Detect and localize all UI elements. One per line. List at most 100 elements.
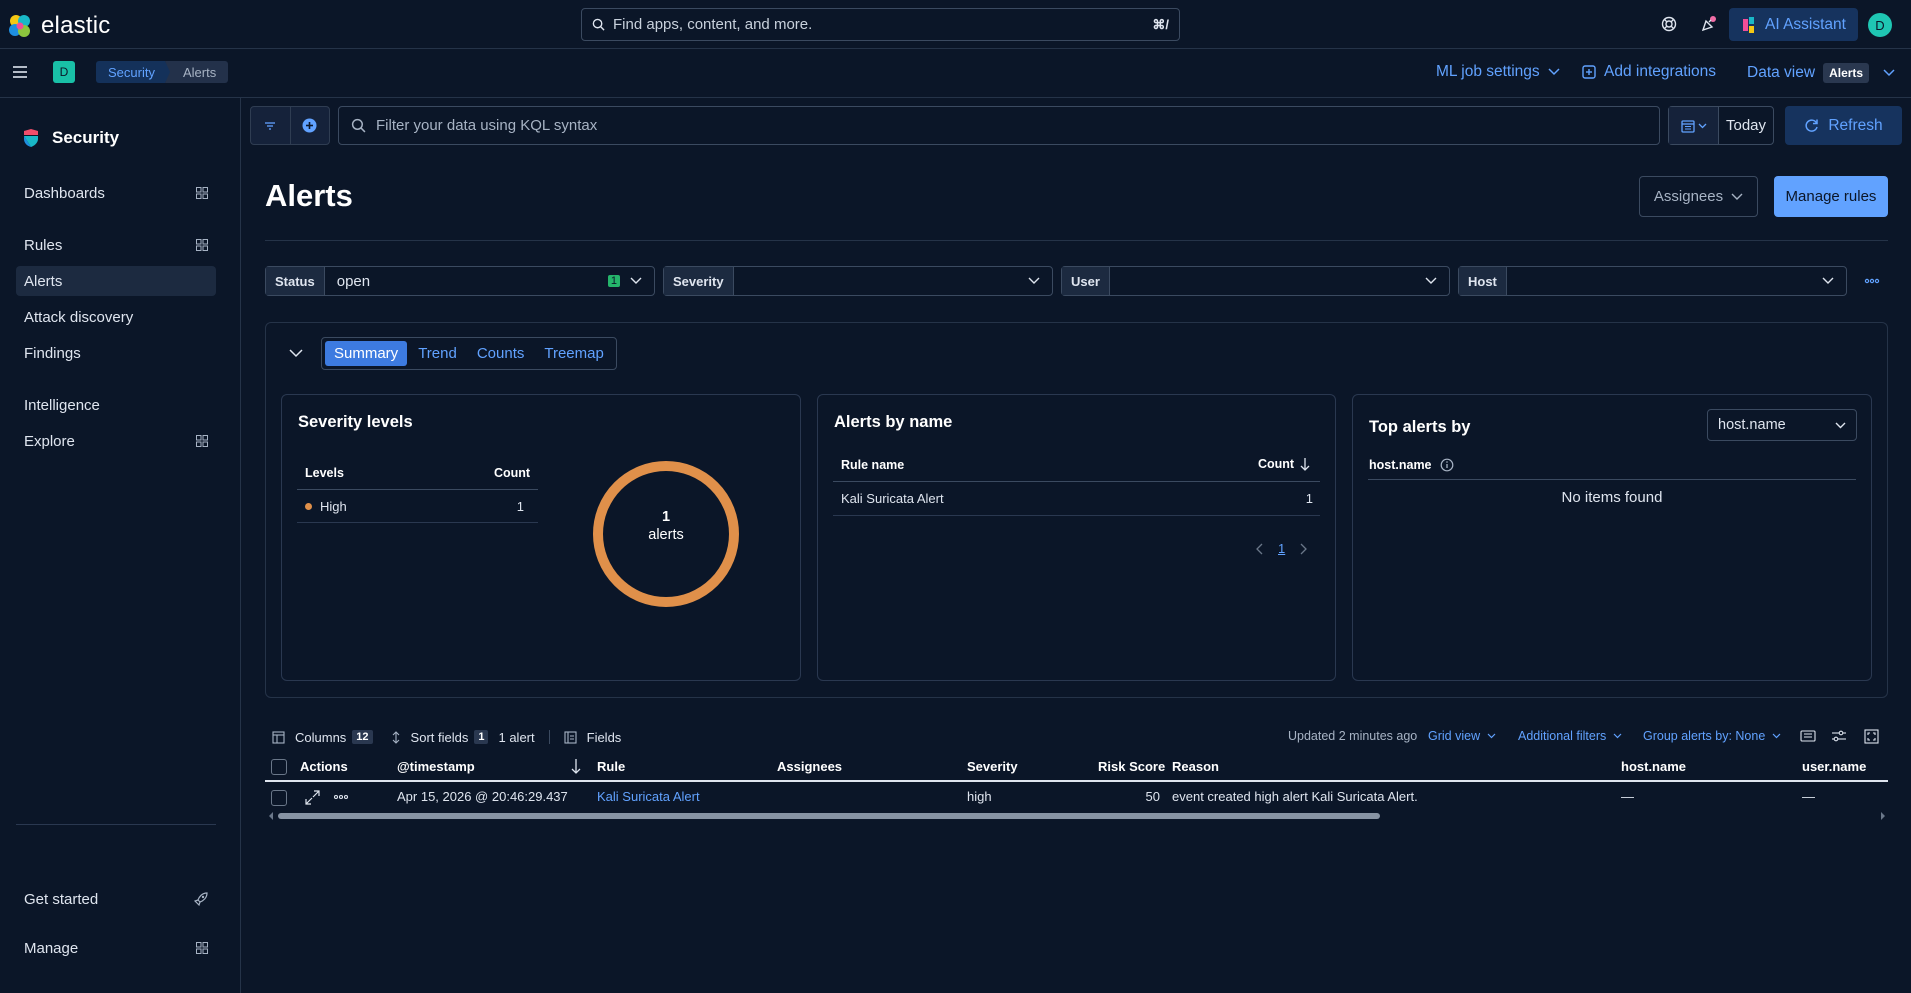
keyboard-shortcuts-icon[interactable]	[1800, 730, 1816, 742]
rule-link[interactable]: Kali Suricata Alert	[597, 789, 700, 804]
info-icon[interactable]	[1440, 458, 1454, 472]
header-underline	[265, 780, 1888, 782]
chevron-down-icon	[1772, 733, 1781, 739]
additional-filters-button[interactable]: Additional filters	[1518, 729, 1622, 743]
kql-search-input[interactable]: Filter your data using KQL syntax	[338, 106, 1660, 145]
chevron-left-icon[interactable]	[1256, 543, 1264, 555]
rocket-icon	[194, 892, 208, 906]
risk-score-cell: 50	[1145, 789, 1160, 804]
ai-assistant-button[interactable]: AI Assistant	[1729, 8, 1858, 41]
apps-grid-icon[interactable]	[196, 435, 208, 447]
filter-options-button[interactable]	[251, 107, 290, 144]
row-select-checkbox[interactable]	[271, 790, 287, 806]
manage-rules-button[interactable]: Manage rules	[1774, 176, 1888, 217]
ai-assistant-icon	[1743, 16, 1754, 33]
fullscreen-icon[interactable]	[1864, 729, 1879, 744]
sort-descending-icon	[1300, 458, 1310, 471]
assignees-filter-button[interactable]: Assignees	[1639, 176, 1758, 217]
horizontal-scrollbar-thumb[interactable]	[278, 813, 1380, 819]
add-integrations-link[interactable]: Add integrations	[1582, 63, 1716, 81]
assignees-label: Assignees	[1653, 188, 1724, 205]
apps-grid-icon[interactable]	[196, 187, 208, 199]
tab-summary[interactable]: Summary	[325, 341, 408, 366]
column-header-host-name[interactable]: host.name	[1621, 759, 1686, 774]
chevron-down-icon	[1835, 422, 1846, 428]
search-shortcut: ⌘/	[1152, 16, 1169, 32]
ml-job-settings-label: ML job settings	[1436, 63, 1540, 80]
scroll-right-icon[interactable]	[1880, 812, 1886, 820]
group-alerts-by-button[interactable]: Group alerts by: None	[1643, 729, 1781, 743]
space-avatar[interactable]: D	[53, 61, 75, 83]
chevron-right-icon[interactable]	[1299, 543, 1308, 555]
sidebar-item-get-started[interactable]: Get started	[16, 884, 216, 914]
date-picker[interactable]: Today	[1668, 106, 1774, 145]
add-filter-button[interactable]	[289, 107, 330, 144]
sort-descending-icon[interactable]	[571, 758, 581, 774]
scroll-left-icon[interactable]	[268, 812, 274, 820]
tab-treemap[interactable]: Treemap	[535, 341, 612, 366]
news-feed-icon[interactable]	[1698, 13, 1720, 35]
sidebar-item-manage[interactable]: Manage	[16, 933, 216, 963]
column-header-assignees[interactable]: Assignees	[777, 759, 842, 774]
alerts-by-name-card: Alerts by name Rule name Count Kali Suri…	[817, 394, 1336, 681]
date-range-label[interactable]: Today	[1719, 107, 1773, 144]
column-header-severity[interactable]: Severity	[967, 759, 1018, 774]
tab-trend[interactable]: Trend	[409, 341, 466, 366]
sidebar-item-rules[interactable]: Rules	[16, 230, 216, 260]
apps-grid-icon[interactable]	[196, 942, 208, 954]
sort-fields-button[interactable]: Sort fields 1	[391, 730, 489, 745]
sidebar-item-explore[interactable]: Explore	[16, 426, 216, 456]
select-all-checkbox[interactable]	[271, 759, 287, 775]
elastic-logo[interactable]: elastic	[7, 12, 110, 40]
tab-counts[interactable]: Counts	[468, 341, 534, 366]
page-number[interactable]: 1	[1278, 541, 1285, 556]
refresh-button[interactable]: Refresh	[1785, 106, 1902, 145]
refresh-icon	[1805, 119, 1819, 132]
sidebar-item-label: Findings	[24, 344, 81, 362]
global-search-input[interactable]: Find apps, content, and more. ⌘/	[581, 8, 1180, 41]
more-filters-icon[interactable]	[1864, 274, 1880, 288]
sidebar-item-dashboards[interactable]: Dashboards	[16, 178, 216, 208]
status-filter-value: open	[336, 272, 371, 290]
column-header-risk-score[interactable]: Risk Score	[1098, 759, 1165, 774]
column-header-reason[interactable]: Reason	[1172, 759, 1219, 774]
fields-button[interactable]: Fields	[564, 730, 621, 745]
column-header-rule[interactable]: Rule	[597, 759, 625, 774]
user-filter[interactable]: User	[1061, 266, 1450, 296]
expand-row-icon[interactable]	[305, 790, 320, 805]
status-filter[interactable]: Status open 1	[265, 266, 655, 296]
column-header-timestamp[interactable]: @timestamp	[397, 759, 475, 774]
sidebar-item-dashboards[interactable]	[16, 143, 216, 173]
data-view-picker[interactable]: Data view Alerts	[1747, 63, 1895, 83]
more-actions-icon[interactable]	[333, 791, 349, 803]
sidebar-item-alerts[interactable]: Alerts	[16, 266, 216, 296]
severity-row-high[interactable]: High	[305, 499, 347, 514]
help-icon[interactable]	[1658, 13, 1680, 35]
severity-level: High	[320, 499, 347, 514]
columns-button[interactable]: Columns 12	[272, 730, 373, 745]
apps-grid-icon[interactable]	[196, 239, 208, 251]
menu-toggle-icon[interactable]	[11, 63, 29, 81]
sidebar-item-label: Manage	[24, 939, 79, 957]
sidebar-item-intelligence[interactable]: Intelligence	[16, 390, 216, 420]
sidebar-item-attack-discovery[interactable]: Attack discovery	[16, 302, 216, 332]
ml-job-settings-button[interactable]: ML job settings	[1436, 63, 1560, 81]
add-integrations-label: Add integrations	[1604, 63, 1717, 80]
user-avatar[interactable]: D	[1868, 13, 1892, 37]
breadcrumb-security[interactable]: Security	[96, 61, 171, 83]
search-icon	[592, 18, 605, 31]
app-header: D Security Alerts ML job settings Add in…	[0, 49, 1911, 98]
collapse-charts-icon[interactable]	[289, 348, 303, 358]
host-filter[interactable]: Host	[1458, 266, 1847, 296]
sidebar-item-findings[interactable]: Findings	[16, 338, 216, 368]
quick-select-button[interactable]	[1669, 107, 1719, 144]
filter-button-group	[250, 106, 330, 145]
filter-icon	[265, 121, 276, 130]
column-header-user-name[interactable]: user.name	[1802, 759, 1866, 774]
grid-view-button[interactable]: Grid view	[1428, 729, 1496, 743]
display-settings-icon[interactable]	[1831, 730, 1847, 742]
column-header-actions: Actions	[300, 759, 348, 774]
severity-filter[interactable]: Severity	[663, 266, 1053, 296]
group-by-field-select[interactable]: host.name	[1707, 409, 1857, 441]
count-column-header[interactable]: Count	[1258, 457, 1310, 471]
